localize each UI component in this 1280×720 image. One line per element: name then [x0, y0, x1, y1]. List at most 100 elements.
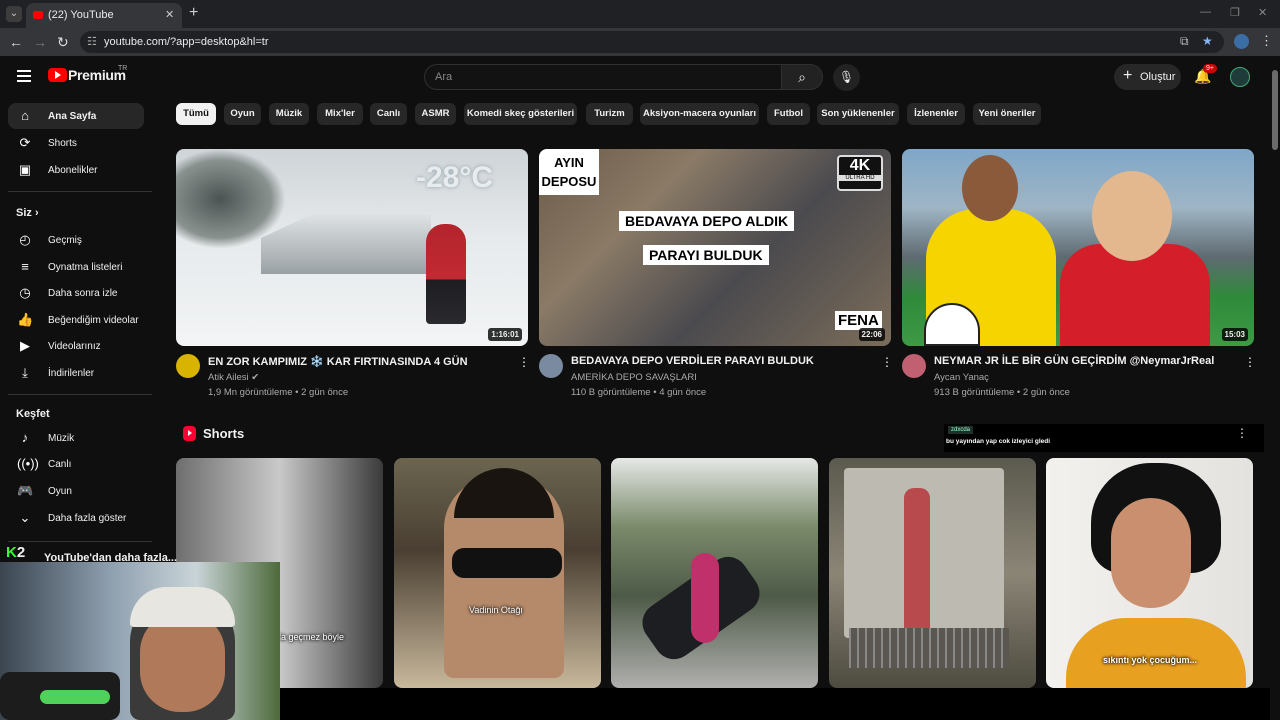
chip-asmr[interactable]: ASMR — [415, 103, 456, 125]
channel-avatar[interactable] — [539, 354, 563, 378]
sidebar-item-gaming[interactable]: 🎮 Oyun — [8, 478, 144, 504]
video-thumbnail[interactable]: AYIN DEPOSU BEDAVAYA DEPO ALDIK PARAYI BU… — [539, 149, 891, 346]
site-info-icon[interactable]: ☷ — [87, 35, 97, 48]
sidebar-item-history[interactable]: ◴ Geçmiş — [8, 227, 144, 253]
sidebar-item-shorts[interactable]: ⟳ Shorts — [8, 130, 144, 156]
person-red-jacket — [426, 224, 466, 324]
search-button[interactable]: ⌕ — [781, 64, 823, 90]
sidebar-item-music[interactable]: ♪ Müzik — [8, 425, 144, 451]
short-card[interactable]: Vadinin Otağı — [394, 458, 601, 688]
reload-icon[interactable]: ↻ — [57, 34, 69, 51]
create-button[interactable]: + Oluştur — [1114, 64, 1181, 90]
channel-avatar[interactable] — [176, 354, 200, 378]
short-card[interactable]: sıkıntı yok çocuğum... — [1046, 458, 1253, 688]
sidebar-item-subscriptions[interactable]: ▣ Abonelikler — [8, 157, 144, 183]
chevron-down-icon: ⌄ — [19, 510, 31, 525]
sidebar-item-watch-later[interactable]: ◷ Daha sonra izle — [8, 280, 144, 306]
person-face — [1111, 498, 1191, 608]
shorts-more-icon[interactable]: ⋮ — [1236, 426, 1248, 440]
channel-avatar[interactable] — [902, 354, 926, 378]
search-icon: ⌕ — [798, 69, 806, 85]
divider — [8, 541, 152, 542]
browser-menu-icon[interactable]: ⋮ — [1260, 33, 1273, 49]
sidebar-item-home[interactable]: ⌂ Ana Sayfa — [8, 103, 144, 129]
video-duration: 1:16:01 — [488, 328, 522, 341]
chip-action-adventure[interactable]: Aksiyon-macera oyunları — [640, 103, 759, 125]
bottom-band — [280, 688, 1270, 720]
browser-profile-icon[interactable] — [1234, 34, 1249, 49]
more-actions-icon[interactable]: ⋮ — [881, 355, 893, 369]
browser-tab[interactable]: (22) YouTube ✕ — [26, 3, 182, 28]
back-icon[interactable]: ← — [9, 34, 23, 50]
video-duration: 22:06 — [858, 328, 885, 341]
channel-name[interactable]: Atik Ailesi ✔ — [208, 372, 259, 383]
close-tab-icon[interactable]: ✕ — [165, 8, 174, 21]
search-input[interactable]: Ara — [424, 64, 782, 90]
plus-icon: + — [1123, 67, 1133, 84]
verified-icon: ✔ — [251, 372, 260, 383]
grill-grate — [849, 628, 1009, 668]
channel-name[interactable]: AMERİKA DEPO SAVAŞLARI — [571, 372, 697, 383]
create-label: Oluştur — [1140, 71, 1176, 83]
streamer-face — [140, 612, 225, 712]
short-subtitle: la geçmez böyle — [279, 632, 345, 642]
more-actions-icon[interactable]: ⋮ — [518, 355, 530, 369]
shorts-heading: Shorts — [203, 426, 245, 441]
sidebar-item-your-videos[interactable]: ▶ Videolarınız — [8, 333, 144, 359]
chip-recently-uploaded[interactable]: Son yüklenenler — [817, 103, 899, 125]
video-thumbnail[interactable]: 15:03 — [902, 149, 1254, 346]
chip-gaming[interactable]: Oyun — [224, 103, 261, 125]
clock-icon: ◷ — [19, 285, 31, 300]
video-title[interactable]: EN ZOR KAMPIMIZ ❄️ KAR FIRTINASINDA 4 GÜ… — [208, 355, 508, 368]
chip-tourism[interactable]: Turizm — [586, 103, 633, 125]
menu-icon[interactable] — [17, 70, 31, 82]
sidebar-item-liked-videos[interactable]: 👍 Beğendiğim videolar — [8, 307, 144, 333]
tab-search-chevron-icon[interactable]: ⌄ — [6, 6, 22, 22]
webcam-overlay — [0, 562, 280, 720]
youtube-favicon-icon — [33, 11, 43, 19]
chip-mixes[interactable]: Mix'ler — [317, 103, 363, 125]
sidebar-item-live[interactable]: ((•)) Canlı — [8, 451, 144, 477]
scrollbar-thumb[interactable] — [1272, 70, 1278, 150]
youtube-logo-icon[interactable] — [48, 68, 67, 82]
close-window-icon[interactable]: ✕ — [1258, 6, 1267, 19]
chip-football[interactable]: Futbol — [767, 103, 810, 125]
maximize-icon[interactable]: ❐ — [1230, 6, 1240, 19]
divider — [8, 394, 152, 395]
you-heading[interactable]: Siz › — [16, 207, 39, 219]
address-bar[interactable]: ☷ youtube.com/?app=desktop&hl=tr ⧉ ★ — [80, 31, 1224, 53]
more-actions-icon[interactable]: ⋮ — [1244, 355, 1256, 369]
tab-title: (22) YouTube — [48, 9, 114, 21]
video-icon: ▶ — [20, 338, 30, 353]
temperature-overlay: -28°C — [416, 161, 494, 194]
minimize-icon[interactable]: — — [1200, 6, 1211, 18]
sidebar-more-from-youtube[interactable]: YouTube'dan daha fazla... — [44, 552, 177, 564]
new-tab-icon[interactable]: + — [189, 4, 198, 22]
short-card[interactable] — [829, 458, 1036, 688]
live-icon: ((•)) — [17, 456, 39, 471]
sidebar-item-playlists[interactable]: ≡ Oynatma listeleri — [8, 254, 144, 280]
video-title[interactable]: BEDAVAYA DEPO VERDİLER PARAYI BULDUK — [571, 355, 871, 367]
short-card[interactable] — [611, 458, 818, 688]
install-app-icon[interactable]: ⧉ — [1180, 34, 1189, 49]
voice-search-icon[interactable]: 🎙 — [833, 64, 860, 91]
chip-all[interactable]: Tümü — [176, 103, 216, 125]
scrollbar[interactable] — [1270, 56, 1280, 720]
sidebar-item-show-more[interactable]: ⌄ Daha fazla göster — [8, 505, 144, 531]
chip-new-to-you[interactable]: Yeni öneriler — [973, 103, 1041, 125]
bookmark-star-icon[interactable]: ★ — [1202, 34, 1213, 48]
chip-live[interactable]: Canlı — [370, 103, 407, 125]
channel-name[interactable]: Aycan Yanaç — [934, 372, 989, 383]
video-title[interactable]: NEYMAR JR İLE BİR GÜN GEÇİRDİM @NeymarJr… — [934, 355, 1234, 367]
playlist-icon: ≡ — [21, 259, 29, 274]
video-duration: 15:03 — [1221, 328, 1248, 341]
sidebar-item-downloads[interactable]: ⤓ İndirilenler — [8, 360, 144, 386]
account-avatar[interactable] — [1230, 67, 1250, 87]
chip-comedy[interactable]: Komedi skeç gösterileri — [464, 103, 577, 125]
forward-icon[interactable]: → — [33, 34, 47, 50]
chip-music[interactable]: Müzik — [269, 103, 309, 125]
overlay-line: BEDAVAYA DEPO ALDIK — [619, 211, 795, 231]
home-icon: ⌂ — [21, 108, 29, 123]
chip-watched[interactable]: İzlenenler — [907, 103, 965, 125]
video-thumbnail[interactable]: -28°C 1:16:01 — [176, 149, 528, 346]
